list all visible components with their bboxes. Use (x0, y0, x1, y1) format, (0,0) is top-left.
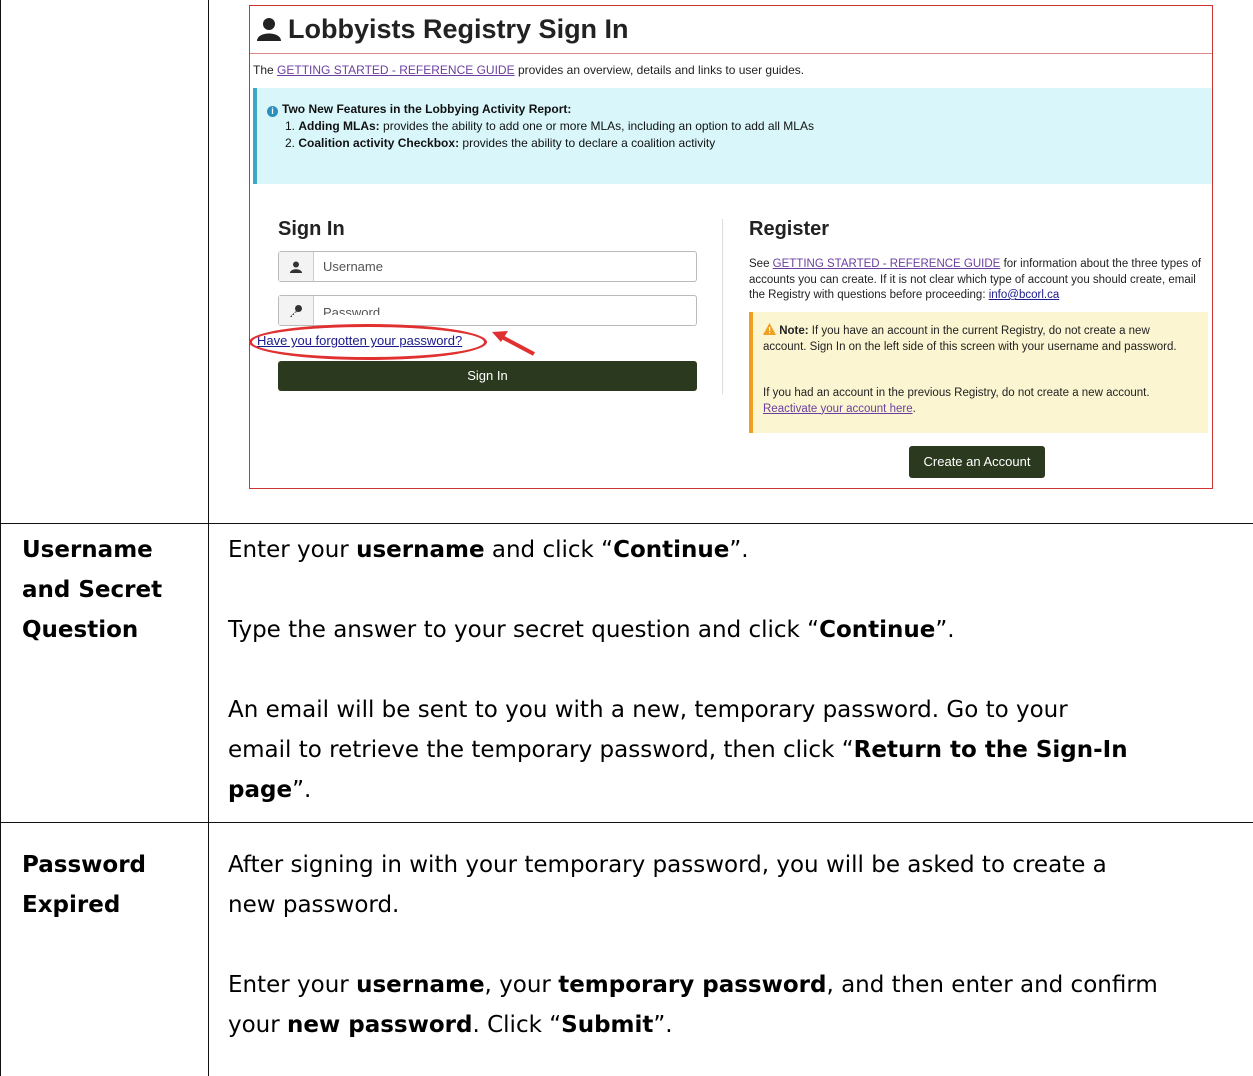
text: An email will be sent to you with a new,… (228, 697, 1068, 723)
bold-text: username (356, 537, 485, 563)
text: ”. (729, 537, 749, 563)
text: , and then enter and confirm (826, 972, 1158, 998)
alert-item-bold: Coalition activity Checkbox: (298, 136, 460, 150)
instruction-paragraph: Enter your username and click “Continue”… (228, 530, 1248, 570)
page-title: Lobbyists Registry Sign In (256, 14, 629, 45)
password-placeholder: Password (323, 305, 381, 320)
text: ”. (653, 1012, 673, 1038)
bold-text: temporary password (558, 972, 827, 998)
guide-prefix: The (253, 63, 274, 77)
alert-heading-text: Two New Features in the Lobbying Activit… (282, 102, 572, 116)
alert-item-text: provides the ability to add one or more … (383, 119, 814, 133)
row-instructions: Enter your username and click “Continue”… (228, 530, 1248, 810)
guide-intro: The GETTING STARTED - REFERENCE GUIDE pr… (253, 63, 804, 77)
text: Enter your (228, 972, 357, 998)
register-heading: Register (749, 218, 830, 240)
alert-item-bold: Adding MLAs: (298, 119, 380, 133)
bold-text: Return to the Sign-In (853, 737, 1128, 763)
note-body-2: If you had an account in the previous Re… (763, 387, 1150, 415)
register-description: See GETTING STARTED - REFERENCE GUIDE fo… (749, 257, 1209, 304)
row-label-username-secret-question: Username and Secret Question (22, 530, 162, 650)
table-border-left (0, 0, 1, 1076)
info-icon: i (267, 106, 278, 117)
title-divider (250, 53, 1212, 54)
row-label-line: Password (22, 852, 146, 878)
note-text: If you have an account in the current Re… (763, 325, 1177, 353)
alert-item-number: 2. (285, 136, 296, 150)
instruction-paragraph: An email will be sent to you with a new,… (228, 690, 1248, 810)
key-icon (279, 296, 314, 325)
create-account-button[interactable]: Create an Account (909, 446, 1045, 478)
row-label-line: and Secret (22, 577, 163, 603)
username-placeholder: Username (323, 259, 383, 274)
info-alert: i Two New Features in the Lobbying Activi… (253, 88, 1212, 184)
text: your (228, 1012, 288, 1038)
text: Enter your (228, 537, 357, 563)
row-instructions: After signing in with your temporary pas… (228, 845, 1248, 1045)
table-row-divider (0, 523, 1253, 524)
guide-suffix: provides an overview, details and links … (517, 63, 805, 77)
table-column-divider (208, 0, 209, 1076)
bold-text: username (356, 972, 485, 998)
bold-text: new password (287, 1012, 473, 1038)
text: email to retrieve the temporary password… (228, 737, 854, 763)
warning-note: Note: If you have an account in the curr… (749, 312, 1208, 433)
page-title-text: Lobbyists Registry Sign In (288, 14, 629, 44)
bold-text: Continue (613, 537, 730, 563)
text: , your (484, 972, 559, 998)
text: Type the answer to your secret question … (228, 617, 820, 643)
instruction-paragraph: Enter your username, your temporary pass… (228, 965, 1248, 1045)
bold-text: Submit (561, 1012, 654, 1038)
warning-icon (763, 323, 776, 335)
row-label-line: Expired (22, 892, 121, 918)
bold-text: page (228, 777, 293, 803)
document-page: Lobbyists Registry Sign In The GETTING S… (0, 0, 1253, 1076)
row-label-line: Question (22, 617, 139, 643)
column-divider (722, 219, 723, 394)
text: ”. (935, 617, 955, 643)
user-icon (257, 18, 281, 41)
register-guide-link[interactable]: GETTING STARTED - REFERENCE GUIDE (773, 258, 1001, 270)
text: new password. (228, 892, 400, 918)
text: After signing in with your temporary pas… (228, 852, 1107, 878)
row-label-password-expired: Password Expired (22, 845, 146, 925)
register-text-prefix: See (749, 258, 770, 270)
guide-link[interactable]: GETTING STARTED - REFERENCE GUIDE (277, 63, 515, 77)
user-icon (279, 252, 314, 281)
instruction-paragraph: Type the answer to your secret question … (228, 610, 1248, 650)
row-label-line: Username (22, 537, 153, 563)
note-body: Note: If you have an account in the curr… (763, 323, 1193, 355)
alert-item: 1. Adding MLAs: provides the ability to … (285, 119, 814, 133)
text: and click “ (484, 537, 614, 563)
bold-text: Continue (819, 617, 936, 643)
instruction-paragraph: After signing in with your temporary pas… (228, 845, 1248, 925)
text: . Click “ (472, 1012, 562, 1038)
password-field[interactable]: Password (278, 295, 697, 326)
highlight-circle (250, 324, 487, 360)
username-field[interactable]: Username (278, 251, 697, 282)
pointer-arrow-icon (492, 331, 535, 356)
table-row-divider (0, 822, 1253, 823)
alert-item-number: 1. (285, 119, 296, 133)
alert-item-text: provides the ability to declare a coalit… (462, 136, 716, 150)
note-label: Note: (779, 325, 809, 337)
text: ”. (292, 777, 312, 803)
signin-heading: Sign In (278, 218, 345, 240)
alert-heading: i Two New Features in the Lobbying Activi… (267, 102, 571, 117)
alert-item: 2. Coalition activity Checkbox: provides… (285, 136, 715, 150)
sign-in-button[interactable]: Sign In (278, 361, 697, 391)
note-text-2: If you had an account in the previous Re… (763, 387, 1150, 399)
signin-screenshot: Lobbyists Registry Sign In The GETTING S… (249, 5, 1213, 489)
reactivate-link[interactable]: Reactivate your account here (763, 403, 913, 415)
email-link[interactable]: info@bcorl.ca (989, 289, 1059, 301)
